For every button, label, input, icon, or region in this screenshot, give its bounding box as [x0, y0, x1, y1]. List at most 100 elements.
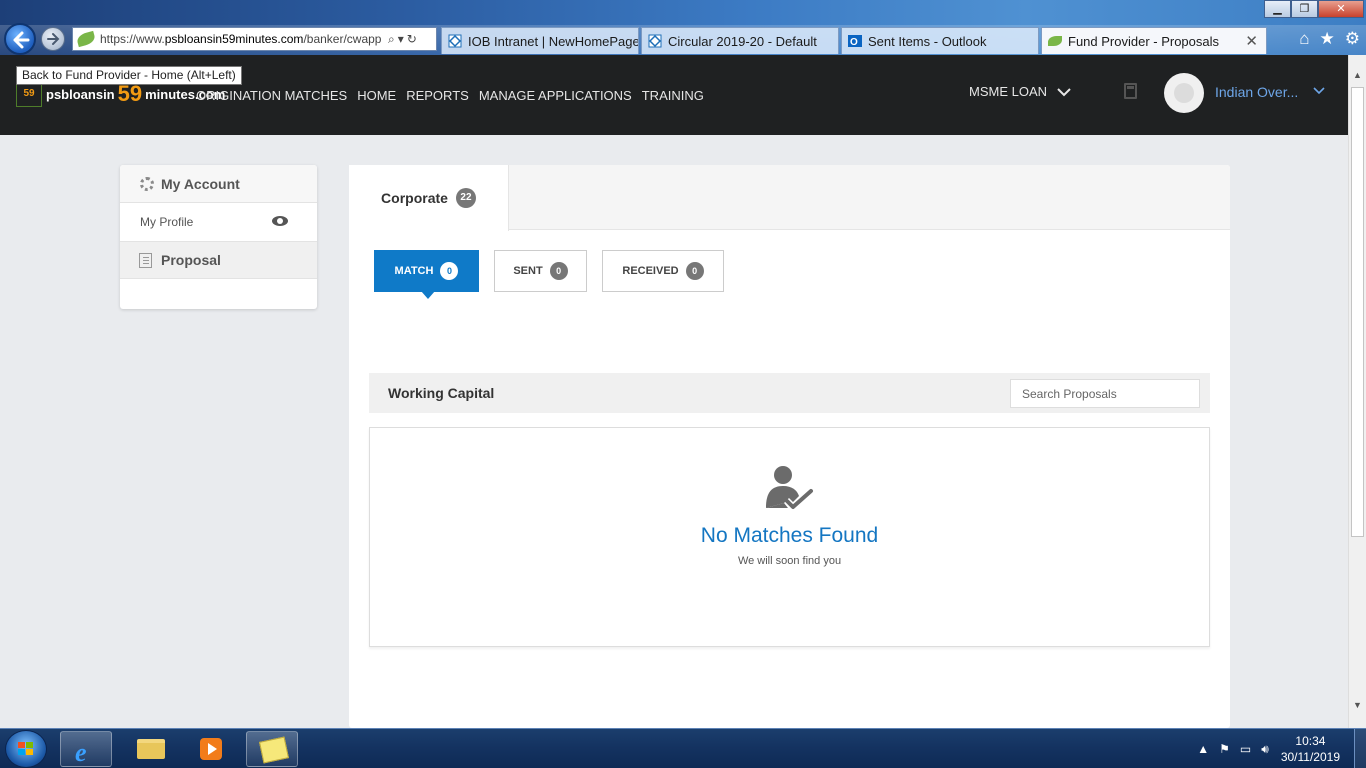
arrow-left-icon — [13, 31, 30, 49]
logo-brand-text: psbloansin — [46, 86, 115, 102]
subtab-sent[interactable]: SENT 0 — [494, 250, 587, 292]
tab-circular[interactable]: Circular 2019-20 - Default — [641, 27, 839, 54]
gear-icon — [140, 176, 154, 191]
count-badge: 22 — [455, 188, 476, 208]
nav-origination-matches[interactable]: ORIGINATION MATCHES — [196, 88, 347, 103]
search-icon[interactable]: ⌕ — [388, 32, 395, 47]
windows-logo-icon — [18, 742, 33, 755]
sidebar-item-my-profile[interactable]: My Profile — [120, 203, 317, 241]
scrollbar-thumb[interactable] — [1351, 87, 1364, 537]
user-name-link[interactable]: Indian Over... — [1215, 84, 1298, 100]
loan-type-dropdown[interactable]: MSME LOAN — [969, 84, 1071, 99]
page-content: My Account My Profile Proposal Corporate… — [0, 135, 1348, 728]
tab-label: Corporate — [381, 190, 448, 206]
volume-icon[interactable]: 🔊︎ — [1261, 742, 1269, 757]
nav-home[interactable]: HOME — [357, 88, 396, 103]
sticky-notes-icon — [258, 736, 290, 764]
taskbar-internet-explorer[interactable]: e — [60, 731, 112, 767]
count-badge: 0 — [685, 262, 704, 280]
tab-label: Sent Items - Outlook — [868, 33, 987, 49]
eye-icon[interactable] — [272, 216, 288, 226]
outlook-icon: O — [848, 35, 862, 48]
address-bar[interactable]: https://www.psbloansin59minutes.com/bank… — [72, 27, 437, 51]
sidebar-item-label: My Profile — [140, 215, 194, 229]
tab-fund-provider[interactable]: Fund Provider - Proposals ✕ — [1041, 27, 1267, 54]
calculator-icon[interactable] — [1124, 83, 1137, 99]
back-button[interactable] — [4, 23, 36, 55]
nav-training[interactable]: TRAINING — [642, 88, 704, 103]
favorites-star-icon[interactable]: ★ — [1320, 29, 1335, 49]
category-tabs: Corporate 22 — [349, 165, 1230, 231]
clock-time: 10:34 — [1295, 734, 1326, 748]
main-nav: ORIGINATION MATCHES HOME REPORTS MANAGE … — [196, 88, 704, 103]
close-tab-icon[interactable]: ✕ — [1245, 32, 1258, 50]
chevron-down-icon[interactable] — [1313, 87, 1325, 95]
tab-iob-intranet[interactable]: IOB Intranet | NewHomePage — [441, 27, 639, 54]
site-favicon-icon — [75, 30, 97, 48]
dropdown-icon[interactable]: ▾ — [398, 32, 404, 46]
browser-toolbar-icons: ⌂ ★ ⚙ — [1299, 29, 1360, 49]
chevron-down-icon — [1057, 88, 1071, 97]
loan-type-label: MSME LOAN — [969, 84, 1048, 99]
taskbar-media-player[interactable] — [184, 731, 236, 767]
window-controls: ▁ ❐ ✕ — [1264, 0, 1364, 18]
working-capital-header: Working Capital — [369, 373, 1210, 413]
restore-button[interactable]: ❐ — [1291, 0, 1318, 18]
subtab-match[interactable]: MATCH 0 — [374, 250, 479, 299]
count-badge: 0 — [440, 262, 459, 280]
document-icon — [139, 252, 152, 268]
subtab-label: MATCH — [394, 265, 434, 277]
subtab-label: RECEIVED — [622, 265, 679, 277]
action-center-flag-icon[interactable]: ⚑ — [1219, 742, 1230, 757]
refresh-icon[interactable]: ↻ — [407, 32, 417, 46]
back-button-tooltip: Back to Fund Provider - Home (Alt+Left) — [16, 66, 242, 85]
subtab-received[interactable]: RECEIVED 0 — [602, 250, 724, 292]
tab-label: IOB Intranet | NewHomePage — [468, 33, 639, 49]
forward-button[interactable] — [41, 27, 65, 51]
scroll-up-icon[interactable]: ▲ — [1349, 67, 1366, 84]
user-avatar[interactable] — [1164, 73, 1204, 113]
nav-reports[interactable]: REPORTS — [406, 88, 469, 103]
user-check-icon — [766, 466, 813, 509]
sidebar-my-account[interactable]: My Account — [120, 165, 317, 203]
proposals-card: Corporate 22 MATCH 0 SENT 0 RECEIVED 0 W… — [349, 165, 1230, 728]
taskbar-clock[interactable]: 10:34 30/11/2019 — [1281, 733, 1340, 765]
tab-label: Circular 2019-20 - Default — [668, 33, 817, 49]
section-title: Working Capital — [388, 385, 495, 401]
count-badge: 0 — [549, 262, 568, 280]
media-player-icon — [200, 738, 222, 760]
taskbar-file-explorer[interactable] — [124, 731, 176, 767]
show-desktop-button[interactable] — [1354, 729, 1366, 768]
results-panel: No Matches Found We will soon find you — [369, 427, 1210, 647]
clock-date: 30/11/2019 — [1280, 750, 1340, 764]
taskbar-sticky-notes[interactable] — [246, 731, 298, 767]
search-proposals-input[interactable] — [1010, 379, 1200, 408]
tab-corporate[interactable]: Corporate 22 — [349, 165, 509, 231]
tab-label: Fund Provider - Proposals — [1068, 33, 1220, 49]
page-scrollbar[interactable]: ▲ ▼ — [1348, 55, 1366, 728]
settings-gear-icon[interactable]: ⚙ — [1345, 29, 1360, 49]
empty-state-title: No Matches Found — [700, 524, 879, 547]
sidebar-item-label: My Account — [161, 175, 240, 192]
browser-chrome: https://www.psbloansin59minutes.com/bank… — [0, 0, 1366, 55]
network-icon[interactable]: ▭ — [1240, 742, 1251, 757]
url-text: https://www.psbloansin59minutes.com/bank… — [100, 32, 382, 46]
sidebar-item-proposal[interactable]: Proposal — [120, 241, 317, 279]
site-favicon-icon — [1048, 36, 1062, 46]
sidebar-item-label: Proposal — [161, 252, 221, 268]
home-icon[interactable]: ⌂ — [1299, 29, 1309, 49]
folder-icon — [137, 739, 165, 759]
scroll-down-icon[interactable]: ▼ — [1349, 697, 1366, 714]
system-tray: ▲ ⚑ ▭ 🔊︎ 10:34 30/11/2019 — [1197, 729, 1366, 768]
start-button[interactable] — [5, 730, 47, 768]
arrow-right-icon — [47, 33, 60, 45]
nav-manage-applications[interactable]: MANAGE APPLICATIONS — [479, 88, 632, 103]
svg-text:O: O — [850, 37, 858, 48]
empty-state-subtitle: We will soon find you — [737, 555, 842, 567]
tab-outlook[interactable]: O Sent Items - Outlook — [841, 27, 1039, 54]
show-hidden-icons-icon[interactable]: ▲ — [1197, 742, 1209, 757]
close-window-button[interactable]: ✕ — [1318, 0, 1364, 18]
iob-logo-icon — [648, 34, 662, 48]
sidebar: My Account My Profile Proposal — [120, 165, 317, 309]
minimize-button[interactable]: ▁ — [1264, 0, 1291, 18]
